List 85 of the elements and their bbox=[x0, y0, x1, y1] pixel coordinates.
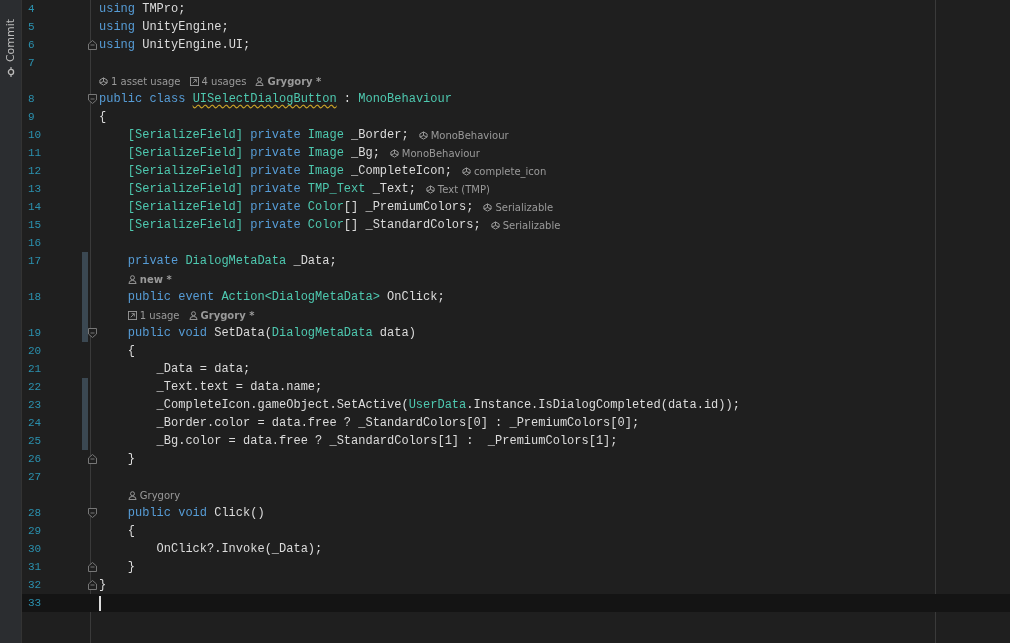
fold-start-icon[interactable] bbox=[88, 328, 97, 338]
commit-icon bbox=[5, 67, 16, 77]
inlay-hint[interactable]: MonoBehaviour bbox=[401, 147, 480, 159]
person-icon bbox=[127, 490, 137, 500]
inlay-hint[interactable]: complete_icon bbox=[473, 165, 547, 177]
code-line: { bbox=[127, 524, 135, 538]
line-number: 6 bbox=[28, 39, 35, 51]
code-line: { bbox=[99, 110, 107, 124]
line-number: 16 bbox=[28, 237, 42, 249]
commit-tab[interactable]: Commit bbox=[4, 18, 17, 63]
code-line: [SerializeField] private Image _Border; bbox=[127, 128, 409, 142]
code-line: public class UISelectDialogButton : MonoBehaviour bbox=[99, 92, 452, 106]
fold-end-icon[interactable] bbox=[88, 562, 97, 572]
line-number: 22 bbox=[28, 381, 42, 393]
line-number: 24 bbox=[28, 417, 42, 429]
code-line: { bbox=[127, 344, 135, 358]
line-number: 15 bbox=[28, 219, 42, 231]
code-line: } bbox=[127, 452, 135, 466]
line-number: 30 bbox=[28, 543, 42, 555]
line-number: 21 bbox=[28, 363, 42, 375]
line-number: 12 bbox=[28, 165, 42, 177]
person-icon bbox=[255, 76, 265, 86]
code-vision-hint[interactable]: new * bbox=[139, 273, 172, 285]
code-vision-hint[interactable]: Grygory bbox=[139, 489, 181, 501]
line-number: 20 bbox=[28, 345, 42, 357]
code-line: [SerializeField] private Color[] _StandardColors; bbox=[127, 218, 481, 232]
code-vision-hint[interactable]: Grygory * bbox=[267, 75, 322, 87]
line-number: 13 bbox=[28, 183, 42, 195]
line-number: 25 bbox=[28, 435, 42, 447]
fold-end-icon[interactable] bbox=[88, 454, 97, 464]
person-icon bbox=[127, 274, 137, 284]
fold-end-icon[interactable] bbox=[88, 40, 97, 50]
code-line: OnClick?.Invoke(_Data); bbox=[156, 542, 323, 556]
code-vision-hint[interactable]: 4 usages bbox=[201, 75, 247, 87]
external-link-icon bbox=[189, 76, 199, 86]
line-number: 5 bbox=[28, 21, 35, 33]
external-link-icon bbox=[127, 310, 137, 320]
code-line: _CompleteIcon.gameObject.SetActive(UserData.Instance.IsDialogCompleted(data.id)); bbox=[156, 398, 740, 412]
code-line: [SerializeField] private Image _Bg; bbox=[127, 146, 380, 160]
line-number: 28 bbox=[28, 507, 42, 519]
text-caret bbox=[99, 595, 101, 611]
fold-start-icon[interactable] bbox=[88, 508, 97, 518]
code-line: [SerializeField] private Image _CompleteIcon; bbox=[127, 164, 452, 178]
code-line: } bbox=[99, 578, 107, 592]
line-number: 29 bbox=[28, 525, 42, 537]
code-vision-hint[interactable]: 1 usage bbox=[139, 309, 180, 321]
person-icon bbox=[188, 310, 198, 320]
line-number: 27 bbox=[28, 471, 42, 483]
line-number: 23 bbox=[28, 399, 42, 411]
line-number: 26 bbox=[28, 453, 42, 465]
code-line: using UnityEngine.UI; bbox=[99, 38, 251, 52]
code-line: _Bg.color = data.free ? _StandardColors[1] : _PremiumColors[1]; bbox=[156, 434, 618, 448]
line-number: 19 bbox=[28, 327, 42, 339]
inlay-hint[interactable]: Serializable bbox=[495, 201, 554, 213]
code-line: [SerializeField] private TMP_Text _Text; bbox=[127, 182, 416, 196]
code-line: private DialogMetaData _Data; bbox=[127, 254, 337, 268]
line-number: 18 bbox=[28, 291, 42, 303]
code-line: using UnityEngine; bbox=[99, 20, 229, 34]
line-number: 11 bbox=[28, 147, 42, 159]
line-number: 17 bbox=[28, 255, 42, 267]
code-line: _Border.color = data.free ? _StandardColors[0] : _PremiumColors[0]; bbox=[156, 416, 640, 430]
code-vision-hint[interactable]: 1 asset usage bbox=[111, 75, 181, 87]
line-number: 9 bbox=[28, 111, 35, 123]
code-vision-hint[interactable]: Grygory * bbox=[200, 309, 255, 321]
line-number: 10 bbox=[28, 129, 42, 141]
inlay-hint[interactable]: Serializable bbox=[502, 219, 561, 231]
inlay-hint[interactable]: Text (TMP) bbox=[437, 183, 490, 195]
code-line: } bbox=[127, 560, 135, 574]
code-line: public void SetData(DialogMetaData data) bbox=[127, 326, 416, 340]
code-line: _Text.text = data.name; bbox=[156, 380, 323, 394]
line-number: 8 bbox=[28, 93, 35, 105]
code-line: public void Click() bbox=[127, 506, 265, 520]
inlay-hint[interactable]: MonoBehaviour bbox=[430, 129, 509, 141]
code-line: public event Action<DialogMetaData> OnClick; bbox=[127, 290, 445, 304]
line-number: 7 bbox=[28, 57, 35, 69]
line-number: 33 bbox=[28, 597, 42, 609]
code-line: using TMPro; bbox=[99, 2, 186, 16]
line-number: 31 bbox=[28, 561, 42, 573]
code-line: [SerializeField] private Color[] _PremiumColors; bbox=[127, 200, 474, 214]
line-number: 14 bbox=[28, 201, 42, 213]
line-number: 4 bbox=[28, 3, 35, 15]
line-number: 32 bbox=[28, 579, 42, 591]
code-line: _Data = data; bbox=[156, 362, 251, 376]
fold-end-icon[interactable] bbox=[88, 580, 97, 590]
fold-start-icon[interactable] bbox=[88, 94, 97, 104]
